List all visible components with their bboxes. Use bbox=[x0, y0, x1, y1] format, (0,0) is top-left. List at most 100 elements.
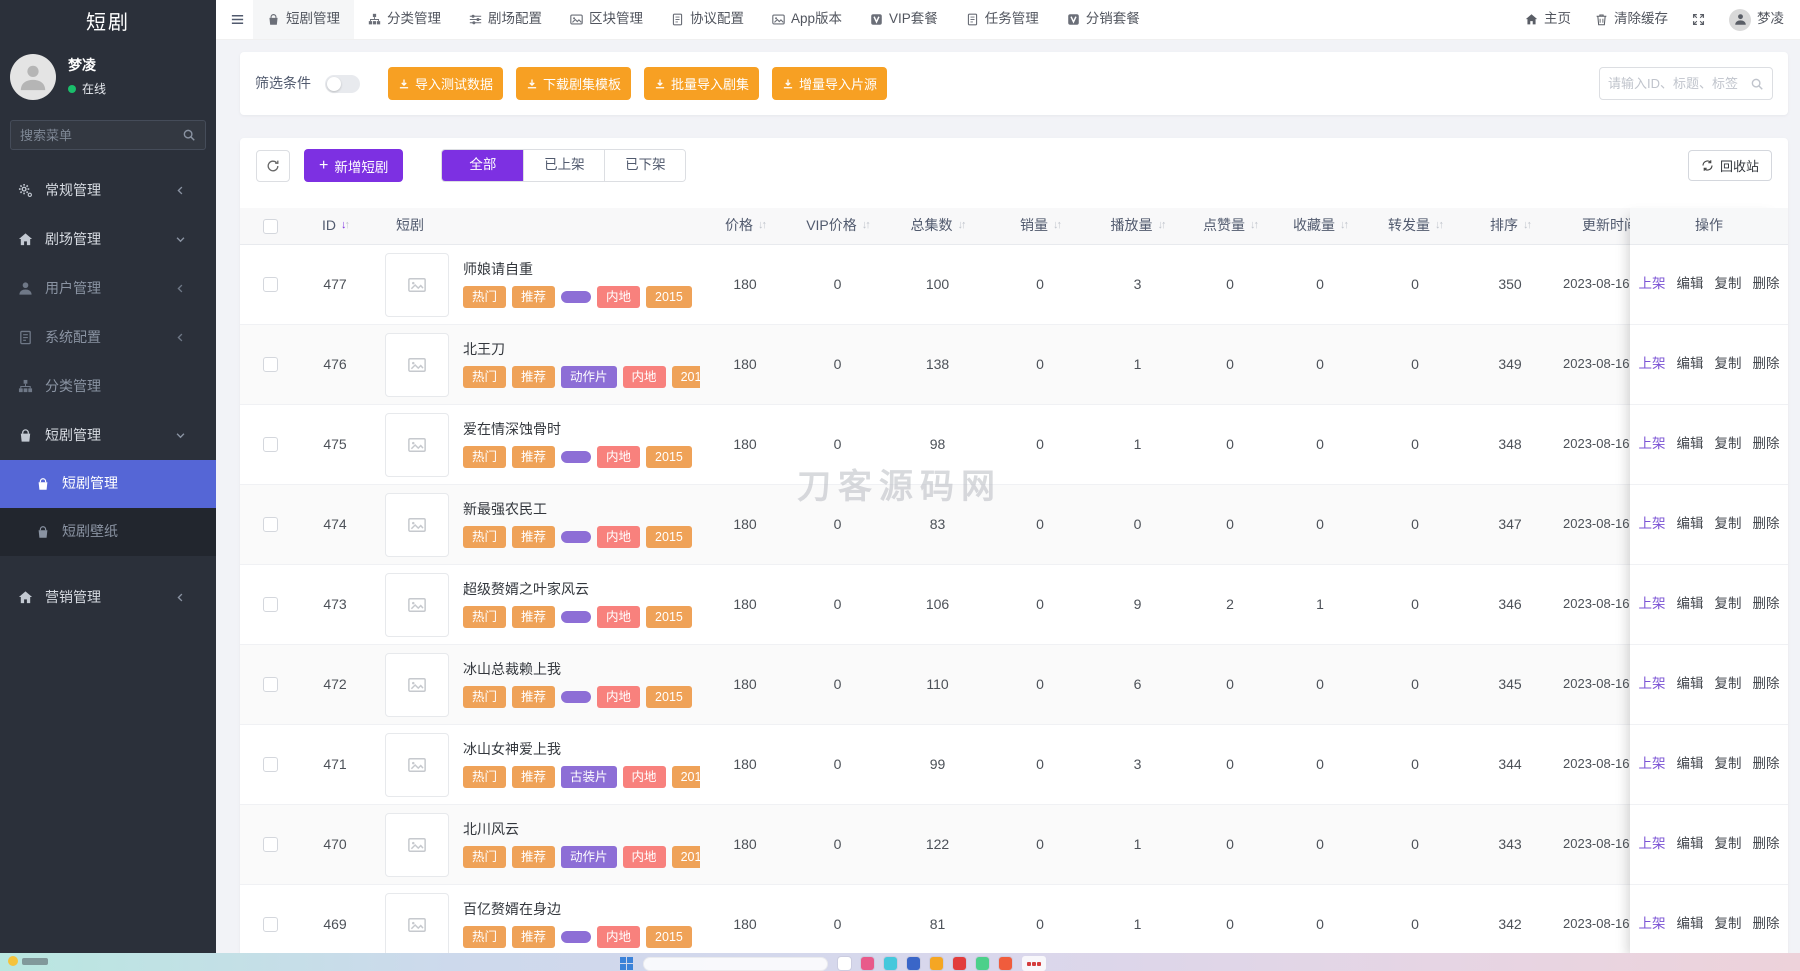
import-button-3[interactable]: 增量导入片源 bbox=[772, 67, 887, 100]
publish-link[interactable]: 上架 bbox=[1639, 356, 1666, 373]
edit-link[interactable]: 编辑 bbox=[1677, 836, 1704, 853]
copy-link[interactable]: 复制 bbox=[1715, 836, 1742, 853]
edit-link[interactable]: 编辑 bbox=[1677, 756, 1704, 773]
row-checkbox[interactable] bbox=[263, 677, 278, 692]
import-button-2[interactable]: 批量导入剧集 bbox=[644, 67, 759, 100]
sidebar-item-3[interactable]: 系统配置 bbox=[0, 313, 216, 362]
taskbar-app[interactable] bbox=[999, 957, 1012, 970]
nav-tab-5[interactable]: App版本 bbox=[758, 0, 856, 39]
copy-link[interactable]: 复制 bbox=[1715, 756, 1742, 773]
taskbar-app[interactable] bbox=[907, 957, 920, 970]
publish-link[interactable]: 上架 bbox=[1639, 276, 1666, 293]
edit-link[interactable]: 编辑 bbox=[1677, 516, 1704, 533]
edit-link[interactable]: 编辑 bbox=[1677, 276, 1704, 293]
sort-icon[interactable]: ↓↑ bbox=[1340, 219, 1347, 233]
row-checkbox[interactable] bbox=[263, 917, 278, 932]
publish-link[interactable]: 上架 bbox=[1639, 596, 1666, 613]
delete-link[interactable]: 删除 bbox=[1753, 356, 1780, 373]
row-checkbox[interactable] bbox=[263, 597, 278, 612]
start-button[interactable] bbox=[620, 957, 633, 970]
publish-link[interactable]: 上架 bbox=[1639, 756, 1666, 773]
delete-link[interactable]: 删除 bbox=[1753, 916, 1780, 933]
publish-link[interactable]: 上架 bbox=[1639, 516, 1666, 533]
weather-widget[interactable] bbox=[8, 956, 48, 966]
delete-link[interactable]: 删除 bbox=[1753, 596, 1780, 613]
sort-icon[interactable]: ↓↑ bbox=[958, 219, 965, 233]
copy-link[interactable]: 复制 bbox=[1715, 356, 1742, 373]
edit-link[interactable]: 编辑 bbox=[1677, 596, 1704, 613]
edit-link[interactable]: 编辑 bbox=[1677, 916, 1704, 933]
import-button-0[interactable]: 导入测试数据 bbox=[388, 67, 503, 100]
sort-icon[interactable]: ↓↑ bbox=[1523, 219, 1530, 233]
refresh-button[interactable] bbox=[256, 150, 290, 182]
copy-link[interactable]: 复制 bbox=[1715, 276, 1742, 293]
recycle-bin-button[interactable]: 回收站 bbox=[1688, 150, 1772, 181]
delete-link[interactable]: 删除 bbox=[1753, 836, 1780, 853]
row-checkbox[interactable] bbox=[263, 517, 278, 532]
publish-link[interactable]: 上架 bbox=[1639, 676, 1666, 693]
import-button-1[interactable]: 下载剧集模板 bbox=[516, 67, 631, 100]
copy-link[interactable]: 复制 bbox=[1715, 676, 1742, 693]
row-checkbox[interactable] bbox=[263, 437, 278, 452]
publish-link[interactable]: 上架 bbox=[1639, 916, 1666, 933]
sort-icon[interactable]: ↓↑ bbox=[1250, 219, 1257, 233]
taskbar-app[interactable] bbox=[976, 957, 989, 970]
add-drama-button[interactable]: + 新增短剧 bbox=[304, 149, 403, 182]
delete-link[interactable]: 删除 bbox=[1753, 436, 1780, 453]
sidebar-subitem-0[interactable]: 短剧管理 bbox=[0, 460, 216, 508]
sort-icon[interactable]: ↓↑ bbox=[1053, 219, 1060, 233]
status-tab-2[interactable]: 已下架 bbox=[604, 150, 685, 181]
copy-link[interactable]: 复制 bbox=[1715, 436, 1742, 453]
publish-link[interactable]: 上架 bbox=[1639, 436, 1666, 453]
sort-icon[interactable]: ↓↑ bbox=[341, 219, 348, 233]
select-all-checkbox[interactable] bbox=[263, 219, 278, 234]
sidebar-item-2[interactable]: 用户管理 bbox=[0, 264, 216, 313]
taskbar-app[interactable] bbox=[884, 957, 897, 970]
edit-link[interactable]: 编辑 bbox=[1677, 676, 1704, 693]
nav-tab-3[interactable]: 区块管理 bbox=[556, 0, 657, 39]
sidebar-item-6[interactable]: 营销管理 bbox=[0, 573, 216, 622]
nav-user[interactable]: 梦凌 bbox=[1729, 9, 1784, 31]
nav-tab-1[interactable]: 分类管理 bbox=[354, 0, 455, 39]
taskbar-app[interactable] bbox=[953, 957, 966, 970]
nav-tab-2[interactable]: 剧场配置 bbox=[455, 0, 556, 39]
menu-search-input[interactable] bbox=[20, 128, 182, 143]
nav-tab-6[interactable]: VIP套餐 bbox=[856, 0, 952, 39]
row-checkbox[interactable] bbox=[263, 837, 278, 852]
filter-toggle[interactable] bbox=[325, 75, 360, 93]
sort-icon[interactable]: ↓↑ bbox=[1435, 219, 1442, 233]
sidebar-item-1[interactable]: 剧场管理 bbox=[0, 215, 216, 264]
status-tab-1[interactable]: 已上架 bbox=[523, 150, 604, 181]
delete-link[interactable]: 删除 bbox=[1753, 756, 1780, 773]
copy-link[interactable]: 复制 bbox=[1715, 916, 1742, 933]
taskbar-app[interactable] bbox=[838, 957, 851, 970]
nav-tab-7[interactable]: 任务管理 bbox=[952, 0, 1053, 39]
nav-tab-8[interactable]: 分销套餐 bbox=[1053, 0, 1154, 39]
delete-link[interactable]: 删除 bbox=[1753, 516, 1780, 533]
taskbar-app[interactable] bbox=[930, 957, 943, 970]
sidebar-item-4[interactable]: 分类管理 bbox=[0, 362, 216, 411]
sidebar-item-5[interactable]: 短剧管理 bbox=[0, 411, 216, 460]
nav-fullscreen[interactable] bbox=[1692, 13, 1705, 26]
sort-icon[interactable]: ↓↑ bbox=[862, 219, 869, 233]
publish-link[interactable]: 上架 bbox=[1639, 836, 1666, 853]
table-search-input[interactable] bbox=[1608, 76, 1750, 91]
delete-link[interactable]: 删除 bbox=[1753, 676, 1780, 693]
taskbar-app-active[interactable] bbox=[1022, 956, 1046, 971]
nav-clear-cache[interactable]: 清除缓存 bbox=[1595, 11, 1668, 28]
nav-tab-4[interactable]: 协议配置 bbox=[657, 0, 758, 39]
search-icon[interactable] bbox=[1750, 77, 1764, 91]
copy-link[interactable]: 复制 bbox=[1715, 516, 1742, 533]
hamburger-icon[interactable] bbox=[230, 12, 245, 27]
taskbar-search[interactable] bbox=[643, 957, 828, 971]
status-tab-0[interactable]: 全部 bbox=[442, 150, 523, 181]
sidebar-item-0[interactable]: 常规管理 bbox=[0, 166, 216, 215]
nav-home[interactable]: 主页 bbox=[1525, 11, 1571, 28]
row-checkbox[interactable] bbox=[263, 757, 278, 772]
copy-link[interactable]: 复制 bbox=[1715, 596, 1742, 613]
taskbar-app[interactable] bbox=[861, 957, 874, 970]
row-checkbox[interactable] bbox=[263, 357, 278, 372]
sort-icon[interactable]: ↓↑ bbox=[758, 219, 765, 233]
edit-link[interactable]: 编辑 bbox=[1677, 356, 1704, 373]
sort-icon[interactable]: ↓↑ bbox=[1158, 219, 1165, 233]
